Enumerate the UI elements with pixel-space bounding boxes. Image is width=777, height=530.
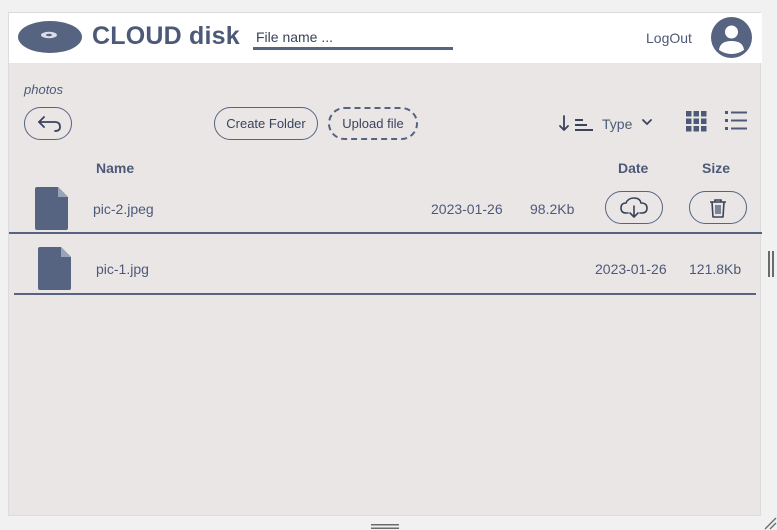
app-window: CLOUD disk LogOut photos Create Folder U… [8,12,762,516]
user-avatar-icon[interactable] [711,17,752,58]
delete-button[interactable] [689,191,747,224]
breadcrumb: photos [24,82,64,97]
back-arrow-icon [38,115,61,132]
file-name: pic-2.jpeg [93,201,154,217]
file-row[interactable]: pic-1.jpg 2023-01-26 121.8Kb [14,241,756,295]
resize-handle[interactable] [371,523,399,530]
disk-logo-icon [18,21,82,53]
logout-link[interactable]: LogOut [646,30,692,46]
brand-title: CLOUD disk [92,22,240,50]
back-button[interactable] [24,107,72,140]
file-name: pic-1.jpg [96,261,149,277]
sort-select[interactable]: Type [602,116,632,132]
file-size: 98.2Kb [530,201,575,217]
grid-view-icon[interactable] [686,111,707,132]
file-date: 2023-01-26 [431,201,503,217]
column-header-date: Date [618,160,649,176]
file-icon [38,247,71,290]
resize-corner-icon[interactable] [763,515,777,530]
list-view-icon[interactable] [725,110,747,132]
search-input[interactable] [253,26,453,50]
file-date: 2023-01-26 [595,261,667,277]
header: CLOUD disk LogOut [9,13,762,63]
column-header-size: Size [702,160,731,176]
download-cloud-icon [620,196,648,218]
scrollbar-handle[interactable] [768,251,775,277]
create-folder-button[interactable]: Create Folder [214,107,318,140]
trash-icon [710,198,726,218]
file-size: 121.8Kb [689,261,742,277]
chevron-down-icon [642,119,652,126]
upload-file-button[interactable]: Upload file [328,107,418,140]
download-button[interactable] [605,191,663,224]
column-header-name: Name [96,160,135,176]
file-icon [35,187,68,230]
file-row[interactable]: pic-2.jpeg 2023-01-26 98.2Kb [9,181,762,234]
